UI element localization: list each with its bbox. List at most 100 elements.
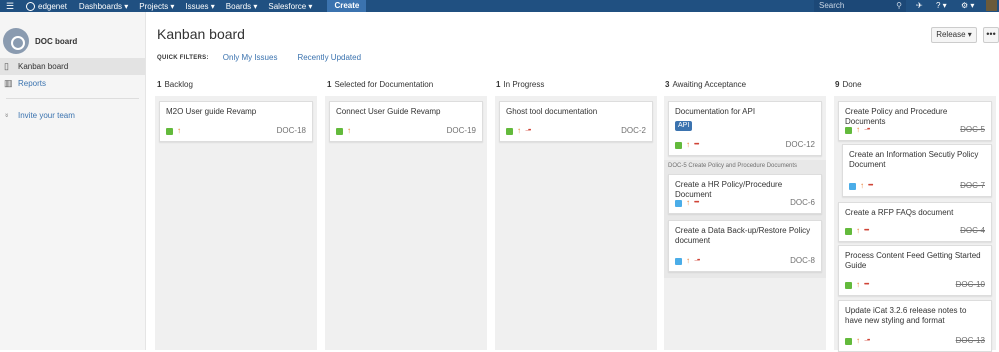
filter-recently-updated[interactable]: Recently Updated xyxy=(297,53,361,62)
column-count: 1 xyxy=(496,80,501,89)
card-meta: ↑ •••• xyxy=(675,198,700,207)
card-key[interactable]: DOC-19 xyxy=(447,126,476,135)
issue-card[interactable]: Ghost tool documentation ↑ ···•• DOC-2 xyxy=(499,101,653,142)
invite-team-link[interactable]: ⍤ Invite your team xyxy=(0,107,145,124)
sidebar-item-label: Kanban board xyxy=(18,62,69,71)
story-icon xyxy=(675,141,682,149)
nav-projects[interactable]: Projects ▾ xyxy=(139,2,174,11)
issue-card[interactable]: Create Policy and Procedure Documents ↑ … xyxy=(838,101,992,141)
priority-high-icon: ↑ xyxy=(347,126,351,135)
edgenet-logo-icon xyxy=(26,1,35,11)
story-icon xyxy=(845,337,852,345)
card-meta: ↑ ···•• xyxy=(845,336,870,345)
card-key[interactable]: DOC-4 xyxy=(960,226,985,235)
card-summary: Create a HR Policy/Procedure Document xyxy=(675,180,783,199)
issue-card[interactable]: Create a Data Back-up/Restore Policy doc… xyxy=(668,220,822,272)
priority-high-icon: ↑ xyxy=(686,140,690,149)
megaphone-icon[interactable]: ✈ xyxy=(916,0,923,12)
story-icon xyxy=(845,227,852,235)
subtask-icon xyxy=(675,199,682,207)
story-icon xyxy=(845,281,852,289)
column-name: Selected for Documentation xyxy=(334,80,434,89)
column-selected: Connect User Guide Revamp ↑ DOC-19 xyxy=(325,96,487,350)
reports-icon: ▥ xyxy=(4,78,13,88)
column-backlog: M2O User guide Revamp ↑ DOC-18 xyxy=(155,96,317,350)
parent-issue-label[interactable]: DOC-5 Create Policy and Procedure Docume… xyxy=(664,160,826,172)
sidebar-item-kanban-board[interactable]: ▯ Kanban board xyxy=(0,58,145,75)
board-main: Kanban board Release ▾ ••• QUICK FILTERS… xyxy=(147,12,999,352)
menu-icon[interactable]: ☰ xyxy=(0,1,20,12)
more-actions-button[interactable]: ••• xyxy=(983,27,999,43)
nav-dashboards[interactable]: Dashboards ▾ xyxy=(79,2,128,11)
priority-high-icon: ↑ xyxy=(856,280,860,289)
priority-high-icon: ↑ xyxy=(856,125,860,134)
estimate-dots-icon: ···•• xyxy=(864,127,870,133)
parent-issue-group: DOC-5 Create Policy and Procedure Docume… xyxy=(664,160,826,278)
issue-card[interactable]: Connect User Guide Revamp ↑ DOC-19 xyxy=(329,101,483,142)
sidebar-item-reports[interactable]: ▥ Reports xyxy=(0,75,145,92)
card-key[interactable]: DOC-6 xyxy=(790,198,815,207)
subtask-icon xyxy=(849,182,856,190)
column-name: Done xyxy=(842,80,862,89)
nav-issues[interactable]: Issues ▾ xyxy=(185,2,214,11)
issue-card[interactable]: Documentation for API API ↑ •••• DOC-12 xyxy=(668,101,822,156)
card-key[interactable]: DOC-7 xyxy=(960,181,985,190)
card-meta: ↑ xyxy=(336,127,351,135)
story-icon xyxy=(845,126,852,134)
priority-high-icon: ↑ xyxy=(860,181,864,190)
estimate-dots-icon: •••• xyxy=(868,183,874,189)
board-header: DOC board xyxy=(0,12,145,58)
column-name: In Progress xyxy=(503,80,545,89)
board-sidebar: DOC board ▯ Kanban board ▥ Reports ⍤ Inv… xyxy=(0,12,146,350)
column-name: Backlog xyxy=(164,80,193,89)
top-navigation-bar: ☰ edgenet Dashboards ▾ Projects ▾ Issues… xyxy=(0,0,999,12)
quick-filters: QUICK FILTERS: Only My Issues Recently U… xyxy=(157,53,367,62)
estimate-dots-icon: •••• xyxy=(694,200,700,206)
card-meta: ↑ •••• xyxy=(849,181,874,190)
nav-boards[interactable]: Boards ▾ xyxy=(226,2,258,11)
nav-salesforce[interactable]: Salesforce ▾ xyxy=(268,2,312,11)
card-summary: Update iCat 3.2.6 release notes to have … xyxy=(845,306,967,325)
priority-high-icon: ↑ xyxy=(856,226,860,235)
card-key[interactable]: DOC-13 xyxy=(956,336,985,345)
card-summary: Create a RFP FAQs document xyxy=(845,208,954,217)
sidebar-item-label: Reports xyxy=(18,79,47,88)
card-key[interactable]: DOC-2 xyxy=(621,126,646,135)
card-key[interactable]: DOC-12 xyxy=(786,140,815,149)
card-meta: ↑ ···•• xyxy=(675,257,700,265)
issue-card[interactable]: Update iCat 3.2.6 release notes to have … xyxy=(838,300,992,352)
search-icon[interactable]: ⚲ xyxy=(896,0,902,12)
column-name: Awaiting Acceptance xyxy=(672,80,747,89)
help-icon[interactable]: ? ▾ xyxy=(936,0,947,12)
card-summary: M2O User guide Revamp xyxy=(166,107,257,116)
column-count: 9 xyxy=(835,80,840,89)
issue-card[interactable]: Create a HR Policy/Procedure Document ↑ … xyxy=(668,174,822,214)
priority-high-icon: ↑ xyxy=(856,336,860,345)
user-avatar-icon[interactable] xyxy=(986,0,997,11)
quick-filters-label: QUICK FILTERS: xyxy=(157,54,209,61)
estimate-dots-icon: ···•• xyxy=(864,338,870,344)
card-key[interactable]: DOC-18 xyxy=(277,126,306,135)
issue-card[interactable]: Create an Information Secutiy Policy Doc… xyxy=(842,144,992,197)
card-summary: Process Content Feed Getting Started Gui… xyxy=(845,251,981,270)
column-count: 1 xyxy=(327,80,332,89)
filter-only-my-issues[interactable]: Only My Issues xyxy=(223,53,278,62)
column-done: Create Policy and Procedure Documents ↑ … xyxy=(834,96,996,352)
card-key[interactable]: DOC-10 xyxy=(956,280,985,289)
card-summary: Connect User Guide Revamp xyxy=(336,107,441,116)
story-icon xyxy=(506,127,513,135)
issue-card[interactable]: M2O User guide Revamp ↑ DOC-18 xyxy=(159,101,313,142)
card-key[interactable]: DOC-5 xyxy=(960,125,985,134)
search-input[interactable]: Search ⚲ xyxy=(814,0,906,12)
priority-high-icon: ↑ xyxy=(686,198,690,207)
subtask-icon xyxy=(675,257,682,265)
card-meta: ↑ •••• xyxy=(845,226,870,235)
issue-card[interactable]: Create a RFP FAQs document ↑ •••• DOC-4 xyxy=(838,202,992,242)
gear-icon[interactable]: ⚙ ▾ xyxy=(961,0,974,12)
label-badge[interactable]: API xyxy=(675,121,693,131)
card-key[interactable]: DOC-8 xyxy=(790,256,815,265)
issue-card[interactable]: Process Content Feed Getting Started Gui… xyxy=(838,245,992,296)
create-button[interactable]: Create xyxy=(327,0,367,12)
edgenet-logo[interactable]: edgenet xyxy=(26,1,67,11)
release-button[interactable]: Release ▾ xyxy=(931,27,977,43)
